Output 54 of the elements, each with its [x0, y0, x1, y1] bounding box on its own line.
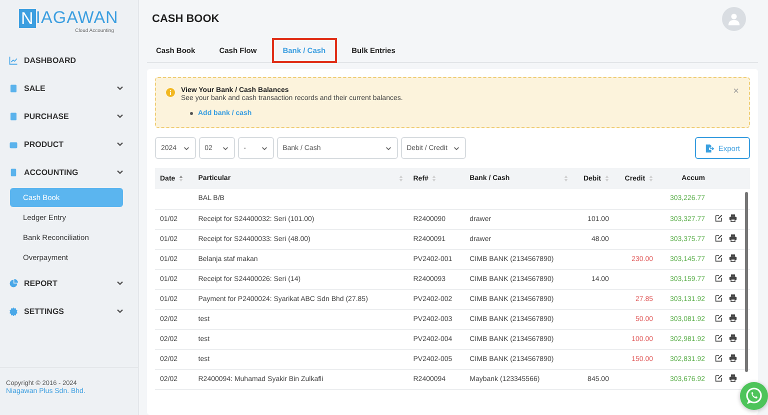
edit-icon[interactable] — [715, 254, 723, 262]
edit-icon[interactable] — [715, 354, 723, 362]
gear-icon — [9, 306, 18, 316]
scrollbar[interactable] — [745, 192, 748, 372]
sidebar-menu-item[interactable]: SETTINGS — [0, 297, 138, 325]
doc-icon — [9, 112, 18, 120]
chevron-down-icon — [116, 112, 124, 120]
edit-icon[interactable] — [715, 334, 723, 342]
print-icon[interactable] — [729, 234, 737, 242]
print-icon[interactable] — [729, 314, 737, 322]
chevron-down-icon — [260, 144, 268, 152]
edit-icon[interactable] — [715, 294, 723, 302]
sidebar-menu-item[interactable]: PURCHASE — [0, 102, 138, 130]
chevron-down-icon — [116, 168, 124, 176]
chevron-down-icon — [116, 279, 124, 287]
chevron-down-icon — [116, 84, 124, 92]
edit-icon[interactable] — [715, 234, 723, 242]
chevron-down-icon — [453, 144, 460, 152]
sort-icon — [649, 174, 654, 182]
print-icon[interactable] — [729, 254, 737, 262]
pie-icon — [9, 278, 18, 288]
print-icon[interactable] — [729, 334, 737, 342]
sort-icon — [432, 174, 436, 182]
print-icon[interactable] — [729, 274, 737, 282]
bullet-icon — [190, 112, 193, 115]
edit-icon[interactable] — [715, 274, 723, 282]
chevron-down-icon — [116, 140, 124, 148]
page-title: CASH BOOK — [152, 13, 220, 25]
chevron-down-icon — [384, 144, 392, 152]
sort-icon — [604, 174, 609, 182]
edit-icon[interactable] — [715, 214, 723, 222]
print-icon[interactable] — [729, 354, 737, 362]
edit-icon[interactable] — [715, 374, 723, 382]
sidebar-menu-item[interactable]: DASHBOARD — [0, 46, 138, 74]
print-icon[interactable] — [729, 294, 737, 302]
chevron-down-icon — [116, 307, 124, 315]
sidebar-menu-item[interactable]: SALE — [0, 74, 138, 102]
sort-icon — [564, 175, 568, 182]
sidebar-menu-item[interactable]: REPORT — [0, 269, 138, 297]
doc-icon — [9, 84, 18, 92]
edit-icon[interactable] — [715, 314, 723, 322]
print-icon[interactable] — [729, 214, 737, 222]
chevron-down-icon — [222, 144, 229, 152]
sort-icon — [399, 175, 404, 182]
sidebar-menu-item[interactable]: PRODUCT — [0, 130, 138, 158]
sort-icon — [179, 174, 184, 182]
chat-icon — [744, 386, 764, 406]
chevron-down-icon — [182, 144, 190, 152]
info-icon — [166, 88, 175, 97]
print-icon[interactable] — [729, 374, 737, 382]
sidebar-menu-item[interactable]: ACCOUNTING — [0, 158, 138, 186]
box-icon — [9, 140, 18, 148]
chart-icon — [9, 56, 18, 64]
export-icon — [705, 144, 714, 152]
